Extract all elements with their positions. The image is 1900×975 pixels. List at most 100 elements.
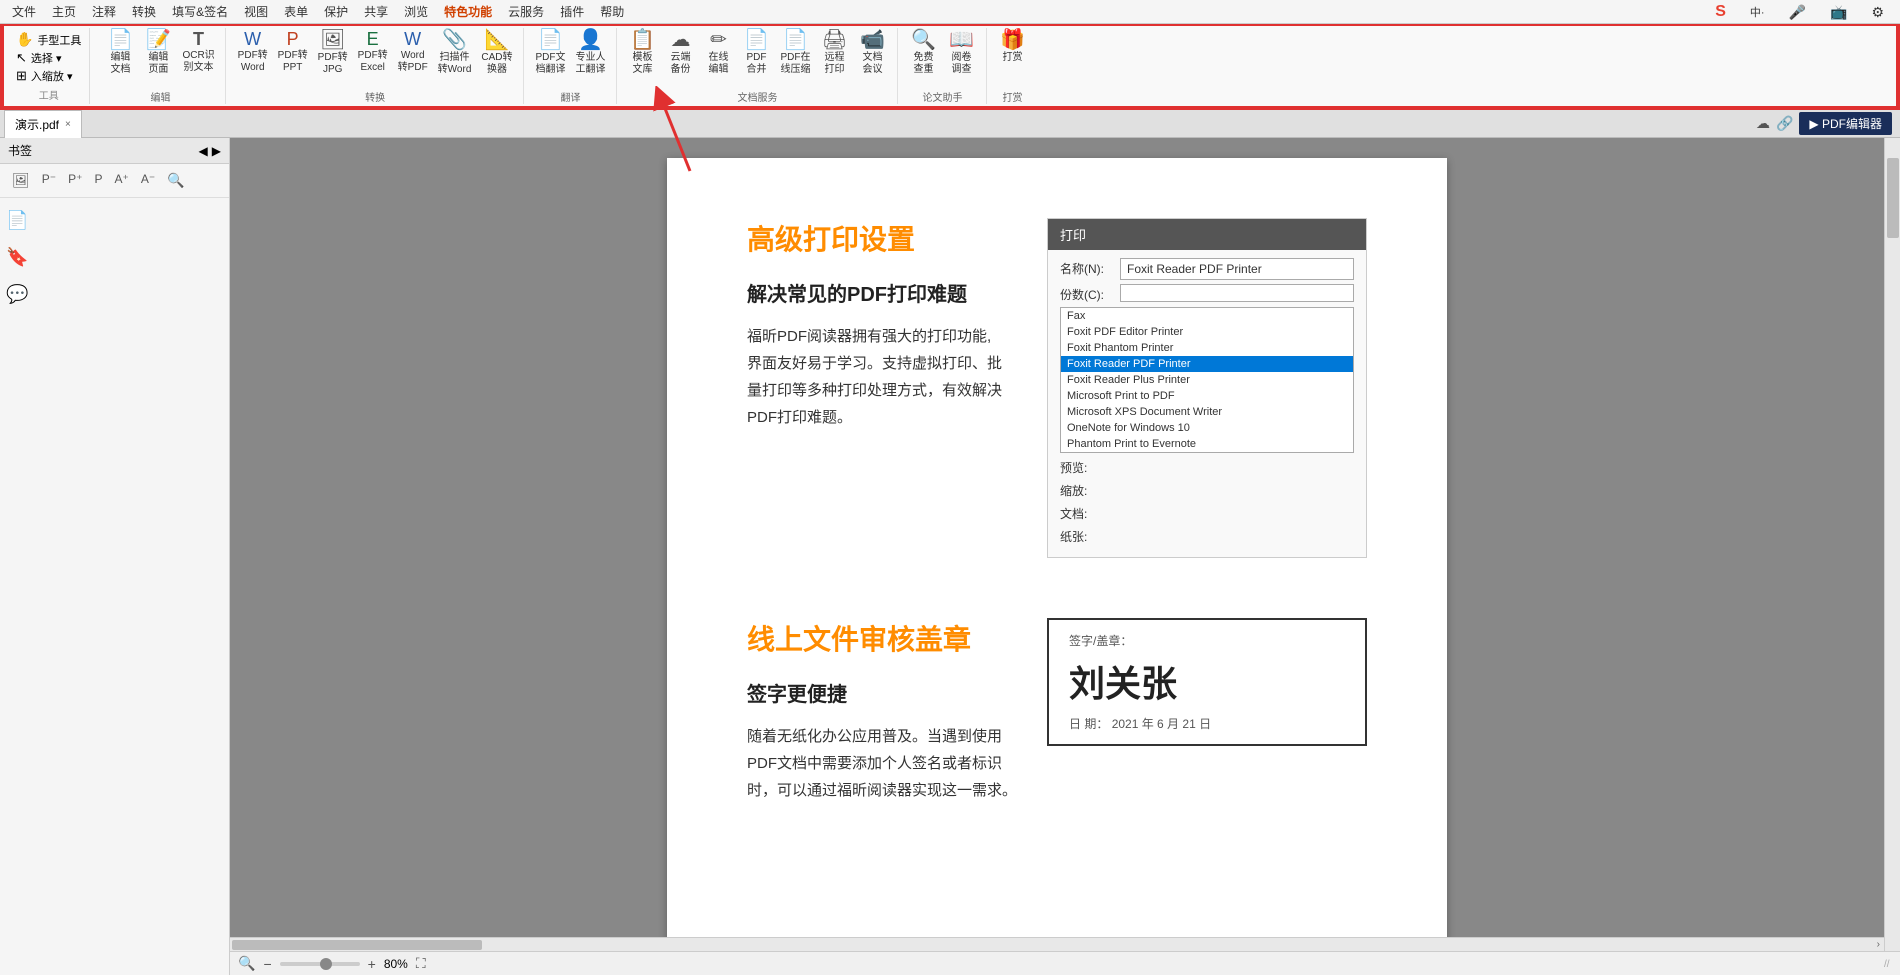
plagiarism-btn[interactable]: 🔍 免费查重	[906, 28, 942, 78]
pdf-compress-btn[interactable]: 📄 PDF在线压缩	[777, 28, 815, 78]
edit-doc-label: 编辑文档	[110, 52, 130, 76]
dropdown-item-ms-pdf[interactable]: Microsoft Print to PDF	[1061, 388, 1353, 404]
sidebar-tool-image[interactable]: 🖼	[8, 170, 34, 191]
translate-group-label: 翻译	[561, 89, 581, 104]
scan-to-word-btn[interactable]: 📎 扫描件转Word	[434, 28, 476, 78]
zoom-tool-btn[interactable]: ⊞ 入缩放 ▾	[14, 67, 83, 85]
dropdown-item-pdf-editor[interactable]: Foxit PDF Editor Printer	[1061, 324, 1353, 340]
dropdown-item-xps[interactable]: Microsoft XPS Document Writer	[1061, 404, 1353, 420]
pdf-viewer[interactable]: 打印 名称(N): Foxit Reader PDF Printer 份数(C)…	[230, 138, 1884, 975]
menu-item-convert[interactable]: 转换	[124, 1, 164, 22]
sidebar-tool-aminus[interactable]: A⁻	[137, 170, 159, 191]
survey-btn[interactable]: 📖 阅卷调查	[944, 28, 980, 78]
sidebar-icon-comment[interactable]: 💬	[2, 280, 32, 309]
sidebar-tool-search[interactable]: 🔍	[163, 170, 188, 191]
pdf-to-word-btn[interactable]: W PDF转Word	[234, 28, 272, 76]
menu-item-home[interactable]: 主页	[44, 1, 84, 22]
hand-tool-btn[interactable]: ✋ 手型工具	[14, 30, 83, 49]
doc-meeting-icon: 📹	[860, 30, 885, 50]
expand-btn[interactable]: ⛶	[416, 955, 426, 972]
cad-converter-btn[interactable]: 📐 CAD转换器	[477, 28, 516, 78]
online-edit-btn[interactable]: ✏ 在线编辑	[701, 28, 737, 78]
doc-tab-close[interactable]: ×	[65, 119, 71, 130]
edit-doc-btn[interactable]: 📄 编辑文档	[102, 28, 138, 78]
word-pdf-label: Word转PDF	[398, 50, 428, 74]
sidebar-tool-pplus[interactable]: P⁺	[64, 170, 86, 191]
doc-meeting-btn[interactable]: 📹 文档会议	[855, 28, 891, 78]
menu-item-help[interactable]: 帮助	[592, 1, 632, 22]
sidebar-tool-aplus[interactable]: A⁺	[110, 170, 132, 191]
sig-name: 刘关张	[1069, 655, 1345, 707]
print-name-input[interactable]: Foxit Reader PDF Printer	[1120, 258, 1354, 280]
print-dropdown[interactable]: Fax Foxit PDF Editor Printer Foxit Phant…	[1060, 307, 1354, 453]
docservice-group-label: 文档服务	[738, 89, 778, 104]
dropdown-item-evernote[interactable]: Phantom Print to Evernote	[1061, 436, 1353, 452]
sidebar-nav-prev[interactable]: ◀	[199, 144, 208, 158]
v-scroll-thumb[interactable]	[1887, 158, 1899, 238]
sidebar-tool-p[interactable]: P	[90, 170, 106, 191]
vertical-scrollbar[interactable]	[1884, 138, 1900, 975]
sidebar-icon-bookmark[interactable]: 🔖	[2, 243, 32, 272]
menu-item-share[interactable]: 共享	[356, 1, 396, 22]
sidebar-nav-next[interactable]: ▶	[212, 144, 221, 158]
menu-item-plugin[interactable]: 插件	[552, 1, 592, 22]
ribbon-group-translate: 📄 PDF文档翻译 👤 专业人工翻译 翻译	[526, 28, 617, 104]
ocr-btn[interactable]: T OCR识别文本	[178, 28, 218, 76]
remote-print-btn[interactable]: 🖨 远程打印	[817, 28, 853, 78]
pdf-to-excel-btn[interactable]: E PDF转Excel	[354, 28, 392, 76]
zoom-icon: ⊞	[16, 68, 27, 84]
top-icon-settings[interactable]: ⚙	[1863, 2, 1892, 23]
print-row-paper: 纸张:	[1060, 526, 1354, 545]
scan-word-label: 扫描件转Word	[438, 52, 472, 76]
menu-item-view[interactable]: 视图	[236, 1, 276, 22]
zoom-minus-btn[interactable]: −	[263, 956, 271, 972]
top-icon-screen[interactable]: 📺	[1822, 2, 1855, 23]
dropdown-item-fax[interactable]: Fax	[1061, 308, 1353, 324]
horizontal-scrollbar[interactable]: ›	[230, 937, 1884, 951]
doc-tab[interactable]: 演示.pdf ×	[4, 110, 82, 138]
pdf-to-ppt-btn[interactable]: P PDF转PPT	[274, 28, 312, 76]
menu-item-form[interactable]: 表单	[276, 1, 316, 22]
print-row-scale: 缩放:	[1060, 480, 1354, 499]
pdf-editor-btn[interactable]: ▶ PDF编辑器	[1799, 112, 1892, 135]
zoom-slider[interactable]	[280, 962, 360, 966]
menu-item-annotation[interactable]: 注释	[84, 1, 124, 22]
sidebar-title: 书签	[8, 142, 32, 159]
pro-translate-btn[interactable]: 👤 专业人工翻译	[572, 28, 610, 78]
word-to-pdf-btn[interactable]: W Word转PDF	[394, 28, 432, 76]
resize-handle: //	[1884, 959, 1900, 975]
h-scroll-thumb[interactable]	[232, 940, 482, 950]
pdf-to-jpg-btn[interactable]: 🖼 PDF转JPG	[314, 28, 352, 78]
cloud-icon[interactable]: ☁	[1756, 115, 1770, 132]
menu-item-file[interactable]: 文件	[4, 1, 44, 22]
menu-item-protect[interactable]: 保护	[316, 1, 356, 22]
edit-page-btn[interactable]: 📝 编辑页面	[140, 28, 176, 78]
cloud-backup-btn[interactable]: ☁ 云端备份	[663, 28, 699, 78]
link-icon[interactable]: 🔗	[1776, 115, 1793, 132]
top-icon-zhong[interactable]: 中·	[1742, 2, 1773, 22]
top-icon-mic[interactable]: 🎤	[1781, 2, 1814, 23]
pdf-translate-btn[interactable]: 📄 PDF文档翻译	[532, 28, 570, 78]
template-btn[interactable]: 📋 模板文库	[625, 28, 661, 78]
print-copies-input[interactable]	[1120, 284, 1354, 302]
zoom-thumb[interactable]	[320, 958, 332, 970]
dropdown-item-plus[interactable]: Foxit Reader Plus Printer	[1061, 372, 1353, 388]
dropdown-item-reader[interactable]: Foxit Reader PDF Printer	[1061, 356, 1353, 372]
sidebar-icon-page[interactable]: 📄	[2, 206, 32, 235]
pdf-word-label: PDF转Word	[238, 50, 268, 74]
select-btn[interactable]: ↖ 选择 ▾	[14, 49, 83, 67]
zoom-plus-btn[interactable]: +	[368, 956, 376, 972]
sig-date-label: 日 期：	[1069, 717, 1108, 731]
dropdown-item-phantom[interactable]: Foxit Phantom Printer	[1061, 340, 1353, 356]
scroll-right-arrow[interactable]: ›	[1877, 939, 1884, 950]
menu-item-cloud[interactable]: 云服务	[500, 1, 552, 22]
menu-item-special[interactable]: 特色功能	[436, 1, 500, 22]
pdf-merge-btn[interactable]: 📄 PDF合并	[739, 28, 775, 78]
sidebar: 书签 ◀ ▶ 🖼 P⁻ P⁺ P A⁺ A⁻ 🔍 📄	[0, 138, 230, 975]
menu-item-browse[interactable]: 浏览	[396, 1, 436, 22]
sidebar-tool-pminus[interactable]: P⁻	[38, 170, 60, 191]
dropdown-item-onenote[interactable]: OneNote for Windows 10	[1061, 420, 1353, 436]
menu-item-sign[interactable]: 填写&签名	[164, 1, 236, 22]
menu-bar: 文件 主页 注释 转换 填写&签名 视图 表单 保护 共享 浏览 特色功能 云服…	[0, 0, 1900, 24]
reward-btn[interactable]: 🎁 打赏	[995, 28, 1031, 66]
